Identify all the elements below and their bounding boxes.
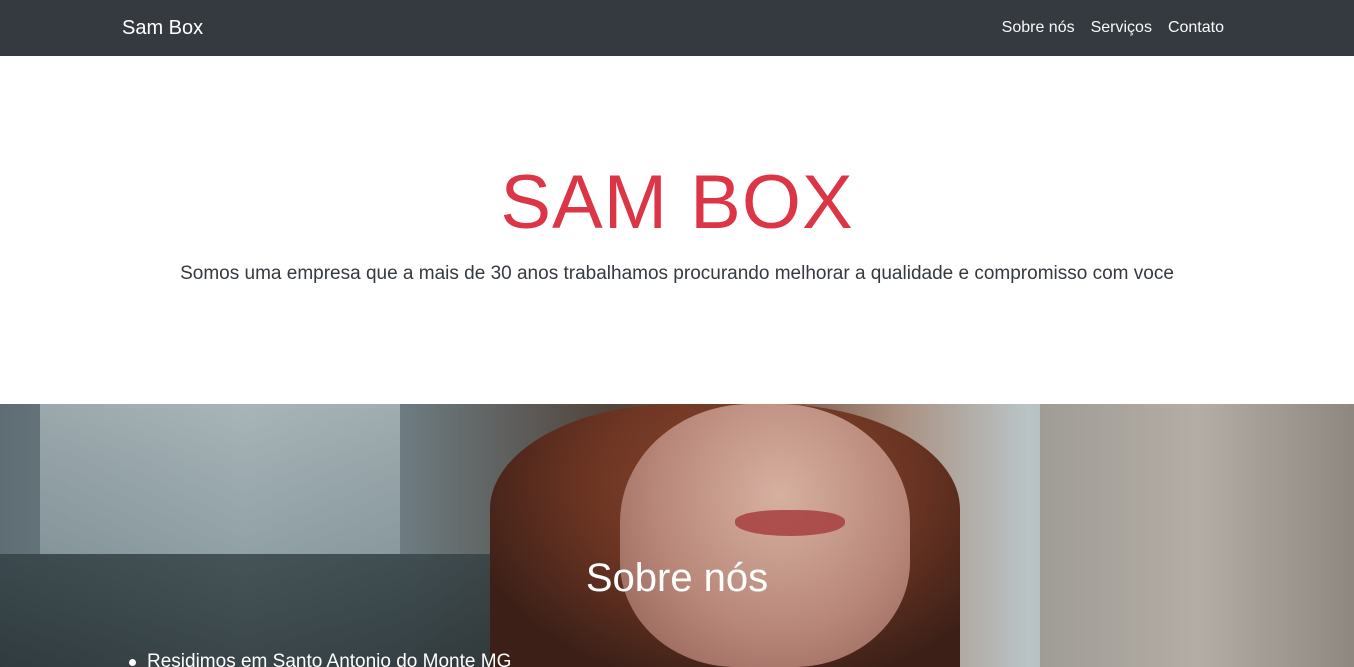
background-lips (735, 510, 845, 536)
hero-subtitle: Somos uma empresa que a mais de 30 anos … (180, 263, 1174, 284)
hero-title: SAM BOX (500, 160, 854, 245)
background-window (40, 404, 400, 554)
nav-links: Sobre nós Serviços Contato (1002, 18, 1224, 38)
background-face (620, 404, 910, 667)
about-title: Sobre nós (585, 556, 769, 600)
list-item: Residimos em Santo Antonio do Monte MG (129, 650, 512, 667)
background-wall (1040, 404, 1354, 667)
about-section: Sobre nós Residimos em Santo Antonio do … (0, 404, 1354, 667)
nav-link-servicos[interactable]: Serviços (1091, 18, 1152, 38)
list-item-text: Residimos em Santo Antonio do Monte MG (147, 651, 512, 667)
navbar: Sam Box Sobre nós Serviços Contato (0, 0, 1354, 56)
brand-link[interactable]: Sam Box (122, 16, 203, 40)
nav-link-contato[interactable]: Contato (1168, 18, 1224, 38)
nav-link-sobre-nos[interactable]: Sobre nós (1002, 18, 1075, 38)
about-list: Residimos em Santo Antonio do Monte MG (129, 650, 512, 667)
hero-section: SAM BOX Somos uma empresa que a mais de … (0, 56, 1354, 404)
bullet-icon (129, 659, 136, 666)
